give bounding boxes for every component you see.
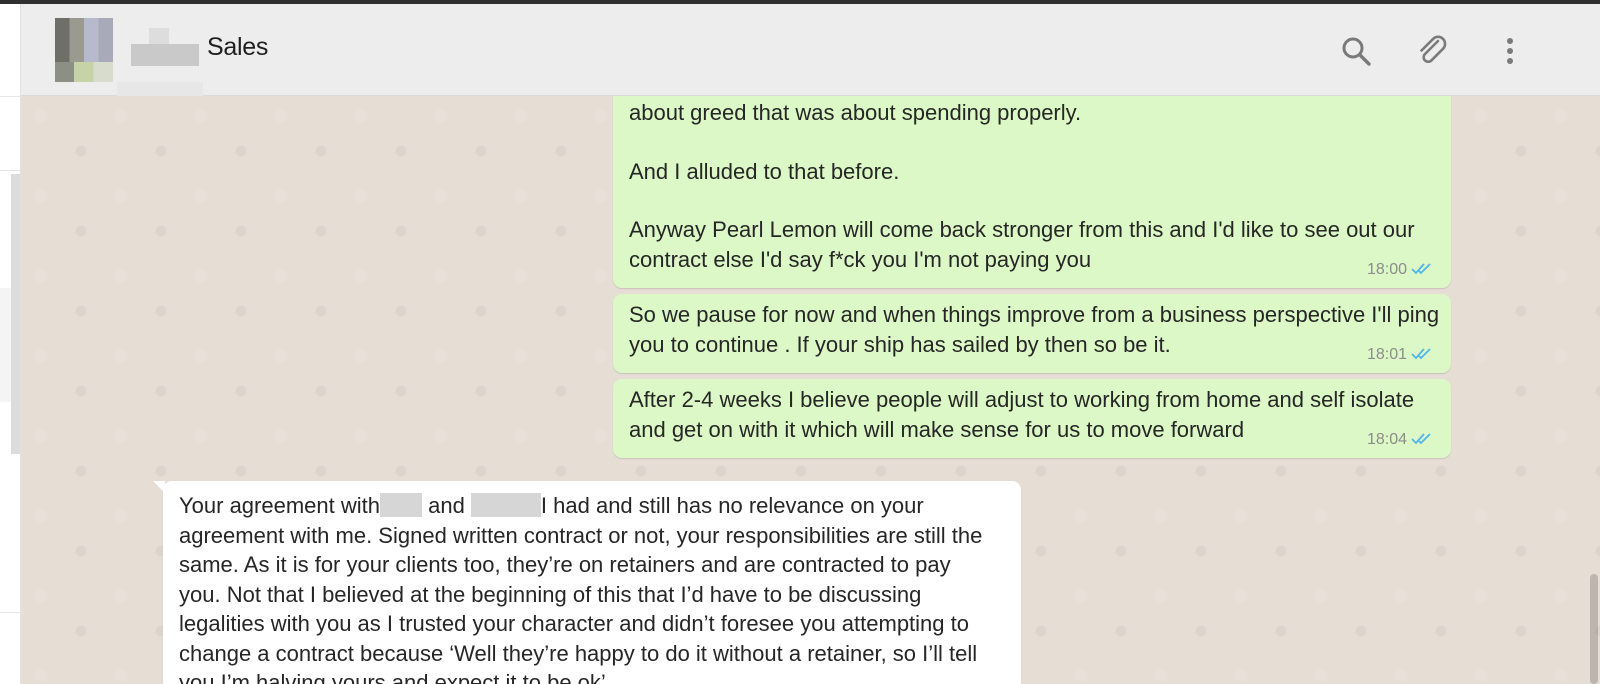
chat-list-item[interactable] bbox=[0, 288, 11, 402]
message-line: Your agreement with and I had and still … bbox=[179, 493, 924, 518]
menu-button[interactable] bbox=[1493, 34, 1527, 68]
message-line: you to continue . If your ship has saile… bbox=[629, 331, 1171, 357]
chat-list-scrollbar[interactable] bbox=[11, 174, 20, 454]
message-meta: 18:00 bbox=[1367, 255, 1435, 285]
read-ticks-icon bbox=[1411, 433, 1431, 445]
message-line: Anyway Pearl Lemon will come back strong… bbox=[629, 217, 1415, 242]
bubble-tail bbox=[153, 481, 165, 493]
read-ticks-icon bbox=[1411, 348, 1431, 360]
chat-list-divider bbox=[0, 170, 21, 171]
message-line: legalities with you as I trusted your ch… bbox=[179, 611, 969, 636]
redacted-name bbox=[131, 28, 199, 66]
message-line: And I alluded to that before. bbox=[629, 158, 900, 184]
message-line: change a contract because ‘Well they’re … bbox=[179, 640, 978, 666]
chat-title[interactable]: Sales bbox=[207, 33, 268, 62]
search-button[interactable] bbox=[1339, 34, 1373, 68]
read-ticks-icon bbox=[1411, 263, 1431, 275]
outgoing-message[interactable]: So we pause for now and when things impr… bbox=[613, 294, 1451, 373]
message-time: 18:04 bbox=[1366, 430, 1407, 448]
message-line: agreement with me. Signed written contra… bbox=[179, 522, 983, 548]
chat-header: Sales bbox=[21, 4, 1600, 100]
redacted-name bbox=[379, 493, 422, 517]
message-meta: 18:04 bbox=[1367, 425, 1435, 455]
message-time: 18:01 bbox=[1366, 345, 1407, 363]
message-line: you I’m halving yours and expect it to b… bbox=[179, 670, 606, 684]
menu-icon bbox=[1507, 38, 1513, 64]
chat-list-divider bbox=[0, 612, 21, 613]
redacted-name bbox=[470, 493, 541, 517]
message-line: same. As it is for your clients too, the… bbox=[179, 552, 951, 577]
chat-list-panel bbox=[0, 4, 21, 684]
chat-area[interactable]: about greed that was about spending prop… bbox=[21, 96, 1600, 684]
outgoing-message[interactable]: about greed that was about spending prop… bbox=[613, 96, 1451, 288]
outgoing-message[interactable]: After 2-4 weeks I believe people will ad… bbox=[613, 379, 1451, 458]
chat-scrollbar[interactable] bbox=[1590, 574, 1598, 684]
search-icon bbox=[1342, 37, 1371, 66]
message-meta: 18:01 bbox=[1367, 340, 1435, 370]
message-line: After 2-4 weeks I believe people will ad… bbox=[629, 387, 1415, 412]
contact-avatar[interactable] bbox=[55, 18, 113, 82]
attach-button[interactable] bbox=[1416, 34, 1450, 68]
message-line: So we pause for now and when things impr… bbox=[629, 302, 1440, 327]
chat-list-divider bbox=[0, 96, 21, 97]
incoming-message[interactable]: Your agreement with and I had and still … bbox=[153, 481, 1021, 684]
message-line: contract else I'd say f*ck you I'm not p… bbox=[629, 246, 1092, 272]
message-line: about greed that was about spending prop… bbox=[629, 100, 1082, 125]
message-time: 18:00 bbox=[1366, 260, 1407, 278]
message-line: you. Not that I believed at the beginnin… bbox=[179, 581, 922, 607]
message-line: and get on with it which will make sense… bbox=[629, 416, 1245, 442]
attach-icon bbox=[1420, 35, 1447, 64]
